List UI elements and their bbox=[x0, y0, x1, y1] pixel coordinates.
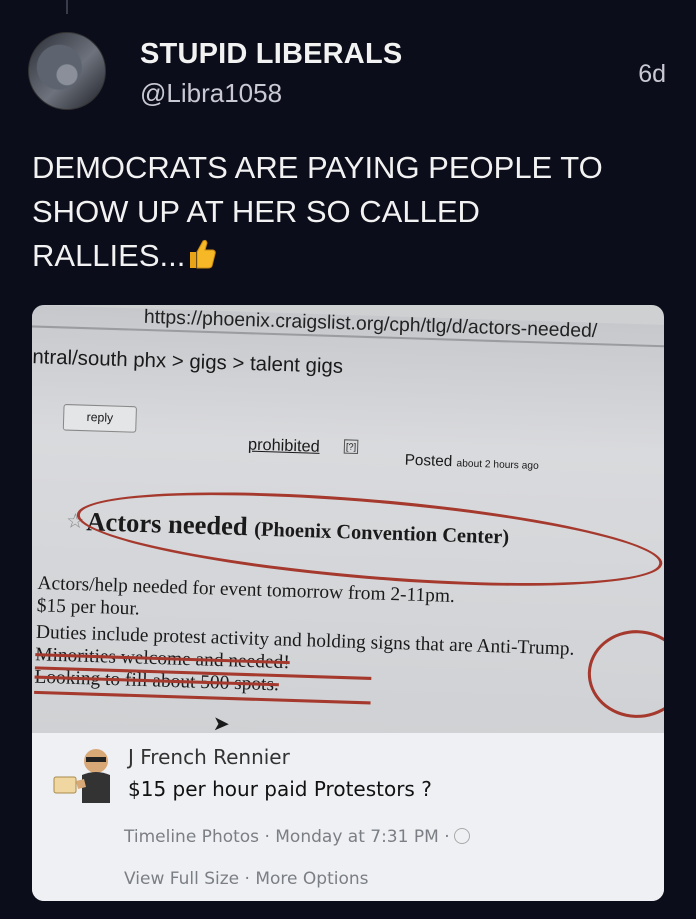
view-full-size: View Full Size bbox=[124, 869, 240, 889]
meta-separator: · bbox=[264, 827, 270, 847]
craigslist-screenshot: https://phoenix.craigslist.org/cph/tlg/d… bbox=[32, 305, 664, 754]
comment-meta: Timeline Photos · Monday at 7:31 PM · bbox=[124, 827, 470, 847]
posted-time: about 2 hours ago bbox=[456, 458, 539, 472]
attached-photo[interactable]: https://phoenix.craigslist.org/cph/tlg/d… bbox=[32, 305, 664, 901]
ad-line-2: $15 per hour. bbox=[36, 594, 140, 620]
reply-button: reply bbox=[62, 403, 137, 433]
meta-time: Monday at 7:31 PM bbox=[275, 827, 439, 847]
posted-label: Posted bbox=[404, 451, 453, 471]
commenter-name: J French Rennier bbox=[128, 745, 290, 769]
globe-icon bbox=[453, 828, 470, 844]
meta-source: Timeline Photos bbox=[124, 827, 260, 847]
bitmoji-avatar bbox=[52, 741, 124, 805]
comment-options: View Full Size · More Options bbox=[124, 869, 368, 889]
display-name[interactable]: STUPID LIBERALS bbox=[140, 38, 402, 71]
more-options: More Options bbox=[255, 869, 369, 889]
thread-line bbox=[66, 0, 68, 14]
options-separator: · bbox=[244, 869, 250, 889]
comment-message: $15 per hour paid Protestors ? bbox=[128, 777, 432, 801]
facebook-comment: J French Rennier $15 per hour paid Prote… bbox=[32, 733, 664, 901]
post-timestamp[interactable]: 6d bbox=[638, 60, 666, 89]
avatar[interactable] bbox=[28, 32, 106, 110]
post-text: DEMOCRATS ARE PAYING PEOPLE TO SHOW UP A… bbox=[32, 146, 672, 282]
anti-trump-annotation-circle bbox=[586, 628, 664, 720]
posted-info: Posted about 2 hours ago bbox=[404, 451, 539, 473]
post-text-body: DEMOCRATS ARE PAYING PEOPLE TO SHOW UP A… bbox=[32, 150, 603, 273]
breadcrumb: ntral/south phx > gigs > talent gigs bbox=[32, 345, 344, 379]
user-handle[interactable]: @Libra1058 bbox=[140, 78, 282, 109]
meta-separator-2: · bbox=[444, 827, 450, 847]
prohibited-link: prohibited bbox=[247, 436, 320, 456]
thumbs-up-icon bbox=[187, 238, 217, 282]
flag-box: [?] bbox=[343, 439, 359, 455]
